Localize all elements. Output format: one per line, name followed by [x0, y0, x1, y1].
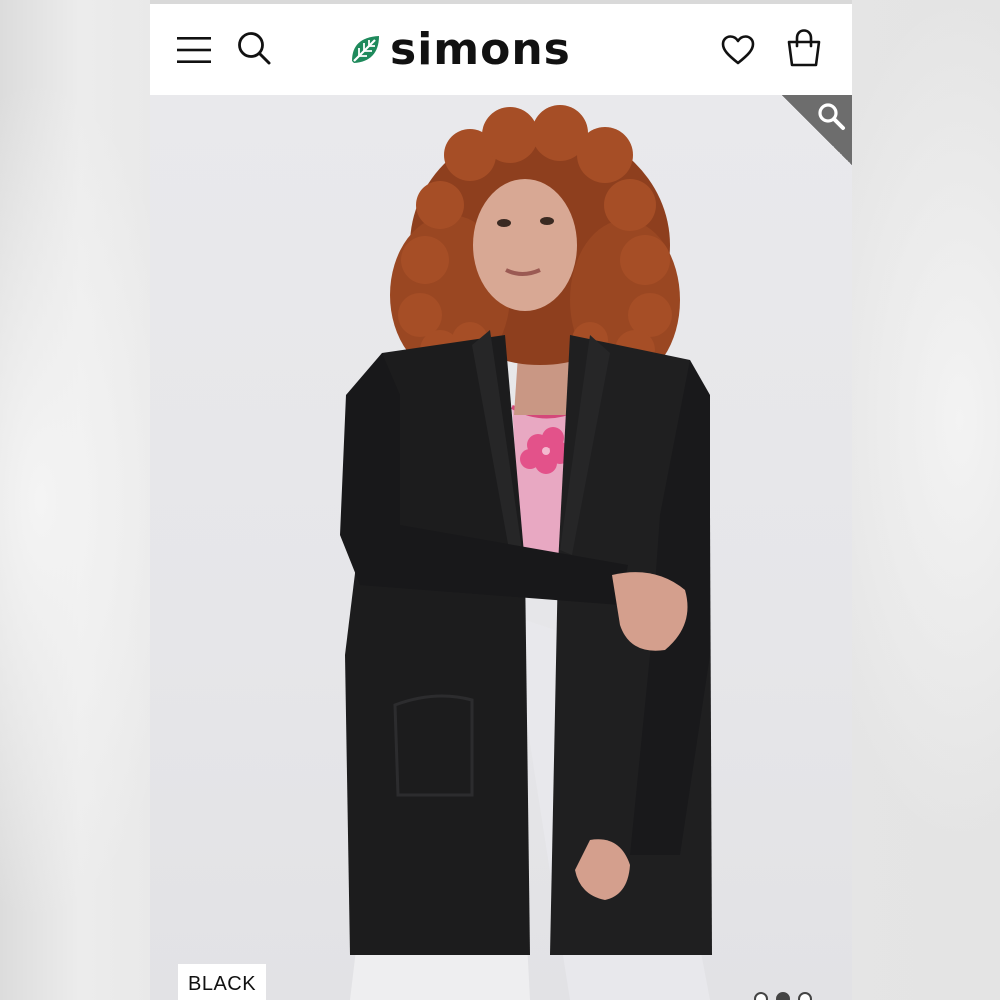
- logo-wordmark: simons: [390, 24, 571, 75]
- zoom-magnifier-icon: [818, 103, 845, 130]
- gallery-dot[interactable]: [798, 992, 812, 1000]
- product-image[interactable]: [150, 95, 852, 1000]
- search-button[interactable]: [232, 26, 276, 70]
- mobile-page: simons BLACK: [150, 0, 852, 1000]
- color-label: BLACK: [178, 964, 267, 1000]
- gallery-dot[interactable]: [754, 992, 768, 1000]
- heart-icon: [721, 35, 755, 65]
- model-photo: [340, 105, 712, 1000]
- menu-button[interactable]: [172, 28, 216, 72]
- cart-button[interactable]: [780, 24, 828, 72]
- simons-logo[interactable]: simons: [346, 26, 571, 74]
- search-icon: [238, 32, 271, 65]
- gallery-dot-active[interactable]: [776, 992, 790, 1000]
- image-gallery-dots: [754, 992, 812, 1000]
- zoom-button[interactable]: [782, 95, 852, 165]
- leaf-icon: [352, 36, 379, 63]
- shopping-bag-icon: [787, 29, 821, 67]
- favorites-button[interactable]: [716, 28, 760, 72]
- site-header: simons: [150, 4, 852, 95]
- hamburger-menu-icon: [177, 37, 211, 63]
